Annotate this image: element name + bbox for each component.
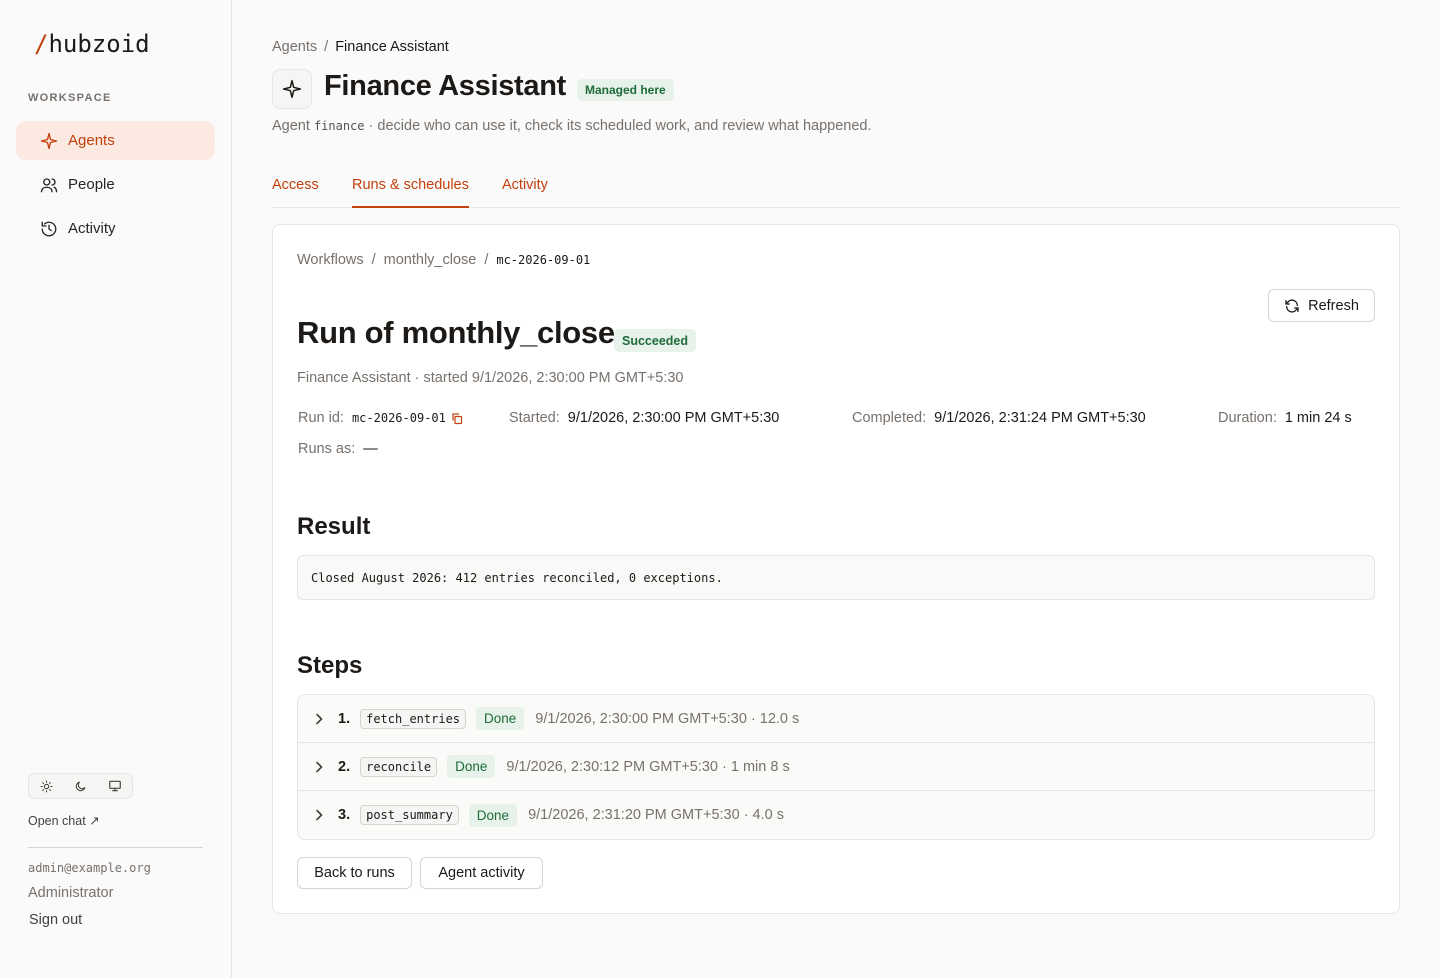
sidebar-item-agents[interactable]: Agents [16, 121, 215, 160]
run-title: Run of monthly_close [297, 315, 615, 350]
monitor-icon[interactable] [101, 775, 129, 797]
step-number: 2. [338, 758, 351, 775]
breadcrumb-separator: / [324, 39, 329, 55]
tab-access[interactable]: Access [272, 177, 319, 206]
tab-runs-schedules[interactable]: Runs & schedules [352, 177, 469, 208]
user-role: Administrator [28, 885, 114, 901]
tab-bar: Access Runs & schedules Activity [272, 166, 1400, 208]
people-icon [40, 176, 58, 194]
meta-completed: Completed: 9/1/2026, 2:31:24 PM GMT+5:30 [852, 410, 1146, 426]
sparkle-icon [40, 132, 58, 150]
meta-duration: Duration: 1 min 24 s [1218, 410, 1352, 426]
duration-value: 1 min 24 s [1284, 410, 1352, 426]
sign-out-link[interactable]: Sign out [29, 912, 82, 928]
agent-avatar [272, 69, 312, 109]
main-content: Agents / Finance Assistant Finance Assista… [232, 0, 1440, 978]
chevron-right-icon[interactable] [314, 761, 326, 773]
sidebar-divider [28, 847, 203, 848]
step-meta: 9/1/2026, 2:30:12 PM GMT+5:30 · 1 min 8 … [506, 758, 790, 775]
meta-run-id: Run id: mc-2026-09-01 [298, 410, 463, 426]
desc-prefix: Agent [272, 118, 310, 134]
run-id-label: Run id: [298, 410, 344, 426]
refresh-button[interactable]: Refresh [1268, 289, 1375, 322]
desc-suffix: · decide who can use it, check its sched… [368, 118, 872, 134]
sidebar-item-activity[interactable]: Activity [16, 209, 215, 248]
refresh-label: Refresh [1308, 297, 1359, 314]
step-row[interactable]: 3. post_summary Done 9/1/2026, 2:31:20 P… [298, 791, 1374, 839]
breadcrumb-agents[interactable]: Agents [272, 39, 317, 55]
steps-heading: Steps [297, 652, 363, 679]
step-name: fetch_entries [360, 708, 467, 729]
run-subtitle: Finance Assistant · started 9/1/2026, 2:… [297, 370, 684, 386]
completed-value: 9/1/2026, 2:31:24 PM GMT+5:30 [934, 410, 1146, 426]
run-breadcrumb: Workflows / monthly_close / mc-2026-09-0… [297, 252, 590, 268]
sidebar-item-label: People [68, 176, 115, 193]
open-chat-link[interactable]: Open chat ↗ [28, 813, 100, 828]
started-value: 9/1/2026, 2:30:00 PM GMT+5:30 [567, 410, 780, 426]
page-title: Finance Assistant [324, 70, 567, 102]
runs-as-label: Runs as: [298, 441, 356, 457]
step-number: 1. [338, 710, 351, 727]
workspace-label: WORKSPACE [28, 92, 112, 104]
steps-list: 1. fetch_entries Done 9/1/2026, 2:30:00 … [297, 694, 1375, 840]
completed-label: Completed: [852, 410, 927, 426]
breadcrumb: Agents / Finance Assistant [272, 39, 449, 55]
result-output: Closed August 2026: 412 entries reconcil… [297, 555, 1375, 600]
moon-icon[interactable] [66, 775, 94, 797]
step-row[interactable]: 2. reconcile Done 9/1/2026, 2:30:12 PM G… [298, 743, 1374, 791]
copy-icon[interactable] [451, 412, 463, 425]
back-to-runs-button[interactable]: Back to runs [297, 857, 412, 889]
tab-activity[interactable]: Activity [502, 177, 548, 206]
chevron-right-icon[interactable] [314, 809, 326, 821]
run-id-value: mc-2026-09-01 [351, 411, 446, 425]
user-email: admin@example.org [28, 861, 151, 875]
sidebar-item-people[interactable]: People [16, 165, 215, 204]
step-meta: 9/1/2026, 2:31:20 PM GMT+5:30 · 4.0 s [528, 807, 784, 823]
agent-code: finance [313, 119, 365, 133]
breadcrumb-workflows[interactable]: Workflows [297, 252, 364, 268]
meta-started: Started: 9/1/2026, 2:30:00 PM GMT+5:30 [509, 410, 779, 426]
meta-runs-as: Runs as: — [298, 441, 378, 457]
logo-text: hubzoid [48, 30, 150, 58]
sidebar-item-label: Activity [68, 220, 116, 237]
chevron-right-icon[interactable] [314, 713, 326, 725]
step-meta: 9/1/2026, 2:30:00 PM GMT+5:30 · 12.0 s [535, 710, 800, 727]
breadcrumb-current: mc-2026-09-01 [496, 253, 591, 267]
step-status-badge: Done [476, 707, 525, 730]
breadcrumb-separator: / [371, 252, 376, 268]
breadcrumb-separator: / [484, 252, 489, 268]
step-status-badge: Done [468, 803, 518, 827]
history-icon [40, 220, 58, 238]
result-heading: Result [297, 513, 371, 540]
runs-as-value: — [363, 441, 378, 457]
step-row[interactable]: 1. fetch_entries Done 9/1/2026, 2:30:00 … [298, 695, 1374, 743]
app-logo[interactable]: /hubzoid [34, 30, 150, 58]
run-detail-card: Workflows / monthly_close / mc-2026-09-0… [272, 224, 1400, 914]
step-status-badge: Done [447, 755, 496, 778]
agent-description: Agent finance · decide who can use it, c… [272, 118, 872, 134]
sidebar: /hubzoid WORKSPACE Agents People Activit… [0, 0, 232, 978]
sidebar-item-label: Agents [68, 132, 115, 149]
step-name: post_summary [360, 805, 459, 825]
sun-icon[interactable] [32, 775, 60, 797]
sparkle-icon [282, 79, 302, 99]
started-label: Started: [509, 410, 560, 426]
sidebar-nav: Agents People Activity [16, 121, 215, 253]
duration-label: Duration: [1218, 410, 1277, 426]
step-number: 3. [338, 807, 351, 823]
theme-toggle [28, 773, 133, 799]
step-name: reconcile [360, 756, 438, 777]
agent-activity-button[interactable]: Agent activity [420, 857, 543, 889]
refresh-icon [1284, 298, 1300, 314]
logo-slash: / [34, 30, 49, 58]
managed-badge: Managed here [577, 79, 674, 101]
status-badge: Succeeded [614, 329, 697, 352]
breadcrumb-current: Finance Assistant [335, 39, 449, 55]
breadcrumb-workflow[interactable]: monthly_close [384, 252, 477, 268]
